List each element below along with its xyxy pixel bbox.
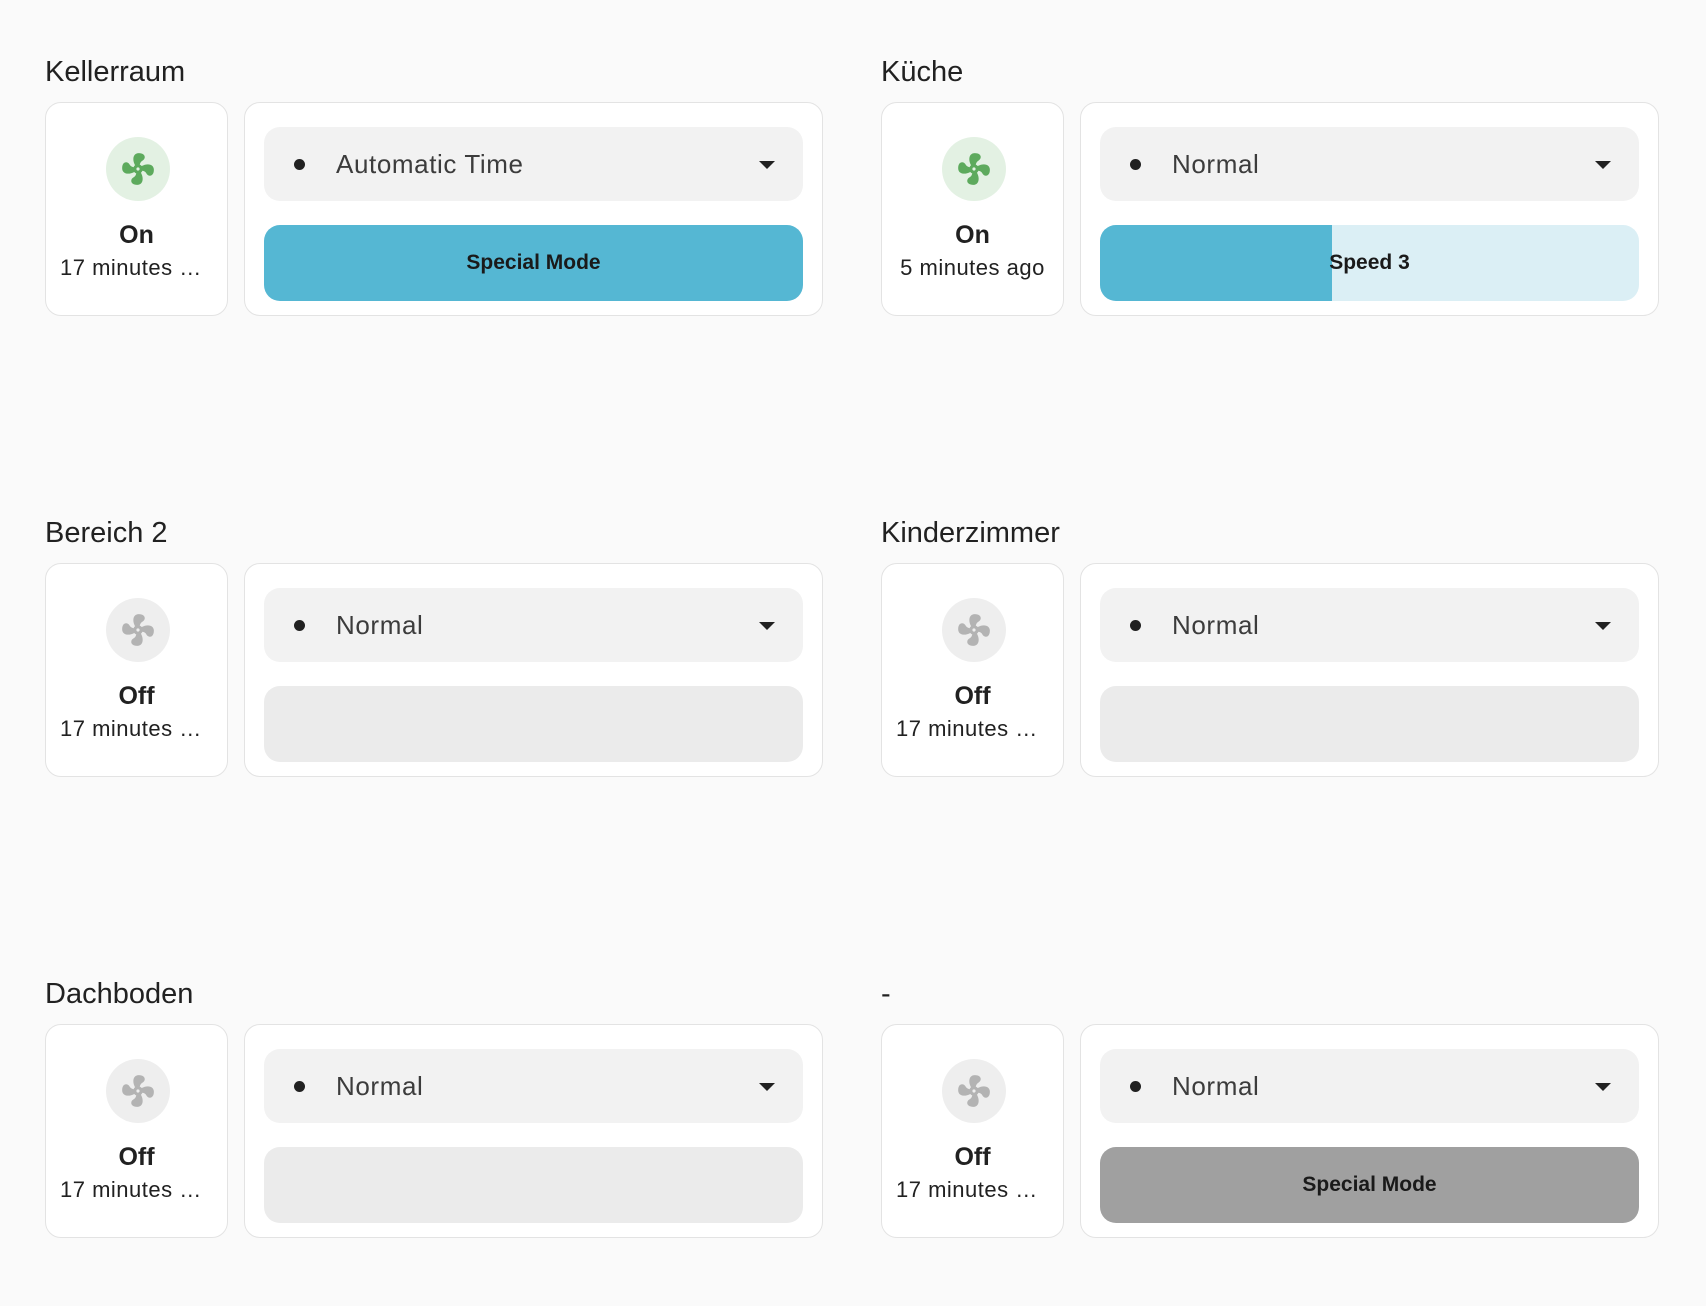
chevron-down-icon xyxy=(1595,161,1611,169)
last-changed: 17 minutes ago xyxy=(60,1177,213,1202)
mode-select-value: Normal xyxy=(1172,149,1260,179)
fan-icon xyxy=(942,598,1006,662)
fan-state: On xyxy=(119,221,154,249)
last-changed: 17 minutes ago xyxy=(60,255,213,280)
mode-select-value: Normal xyxy=(336,610,424,640)
mode-select-value: Normal xyxy=(1172,610,1260,640)
special-mode-button[interactable]: Special Mode xyxy=(264,225,803,301)
section-bereich-2: Bereich 2 Off 17 minutes ago Normal xyxy=(45,513,823,793)
controls-card: Normal xyxy=(244,1024,823,1238)
bullet-icon xyxy=(294,159,305,170)
fan-state: Off xyxy=(954,1143,991,1171)
section-title: Bereich 2 xyxy=(45,517,168,549)
mode-select[interactable]: Normal xyxy=(1100,588,1639,662)
fan-tile[interactable]: Off 17 minutes ago xyxy=(881,563,1064,777)
chevron-down-icon xyxy=(1595,1083,1611,1091)
fan-tile[interactable]: Off 17 minutes ago xyxy=(45,563,228,777)
section-unnamed: - Off 17 minutes ago Normal Special Mode xyxy=(881,974,1659,1254)
fan-icon xyxy=(106,1059,170,1123)
fan-state: Off xyxy=(118,682,155,710)
last-changed: 5 minutes ago xyxy=(900,255,1045,280)
controls-card: Normal xyxy=(1080,563,1659,777)
fan-tile[interactable]: Off 17 minutes ago xyxy=(45,1024,228,1238)
fan-icon xyxy=(942,137,1006,201)
section-title: - xyxy=(881,978,891,1010)
section-kinderzimmer: Kinderzimmer Off 17 minutes ago Normal xyxy=(881,513,1659,793)
chevron-down-icon xyxy=(759,1083,775,1091)
bullet-icon xyxy=(294,1081,305,1092)
special-mode-button[interactable]: Special Mode xyxy=(1100,1147,1639,1223)
fan-state: Off xyxy=(118,1143,155,1171)
fan-tile[interactable]: On 5 minutes ago xyxy=(881,102,1064,316)
mode-select[interactable]: Normal xyxy=(1100,1049,1639,1123)
fan-tile[interactable]: On 17 minutes ago xyxy=(45,102,228,316)
section-kellerraum: Kellerraum On 17 minutes ago Automatic T… xyxy=(45,52,823,332)
bullet-icon xyxy=(1130,159,1141,170)
section-dachboden: Dachboden Off 17 minutes ago Normal xyxy=(45,974,823,1254)
fan-state: On xyxy=(955,221,990,249)
mode-select[interactable]: Normal xyxy=(1100,127,1639,201)
last-changed: 17 minutes ago xyxy=(896,716,1049,741)
chevron-down-icon xyxy=(759,622,775,630)
special-mode-label: Special Mode xyxy=(1302,1173,1437,1196)
section-title: Küche xyxy=(881,56,964,88)
mode-select[interactable]: Normal xyxy=(264,1049,803,1123)
fan-icon xyxy=(942,1059,1006,1123)
mode-select-value: Normal xyxy=(336,1071,424,1101)
section-title: Kinderzimmer xyxy=(881,517,1060,549)
last-changed: 17 minutes ago xyxy=(60,716,213,741)
chevron-down-icon xyxy=(759,161,775,169)
last-changed: 17 minutes ago xyxy=(896,1177,1049,1202)
mode-select-value: Automatic Time xyxy=(336,149,524,179)
action-placeholder[interactable] xyxy=(264,686,803,762)
fan-state: Off xyxy=(954,682,991,710)
bullet-icon xyxy=(1130,1081,1141,1092)
controls-card: Normal Special Mode xyxy=(1080,1024,1659,1238)
section-title: Kellerraum xyxy=(45,56,186,88)
action-placeholder[interactable] xyxy=(264,1147,803,1223)
controls-card: Automatic Time Special Mode xyxy=(244,102,823,316)
fan-icon xyxy=(106,137,170,201)
mode-select-value: Normal xyxy=(1172,1071,1260,1101)
bullet-icon xyxy=(1130,620,1141,631)
section-kueche: Küche On 5 minutes ago Normal Speed 3 xyxy=(881,52,1659,332)
action-placeholder[interactable] xyxy=(1100,686,1639,762)
fan-icon xyxy=(106,598,170,662)
section-title: Dachboden xyxy=(45,978,194,1010)
controls-card: Normal Speed 3 xyxy=(1080,102,1659,316)
chevron-down-icon xyxy=(1595,622,1611,630)
special-mode-label: Special Mode xyxy=(466,251,601,274)
bullet-icon xyxy=(294,620,305,631)
mode-select[interactable]: Normal xyxy=(264,588,803,662)
fan-tile[interactable]: Off 17 minutes ago xyxy=(881,1024,1064,1238)
mode-select[interactable]: Automatic Time xyxy=(264,127,803,201)
controls-card: Normal xyxy=(244,563,823,777)
speed-slider[interactable]: Speed 3 xyxy=(1100,225,1639,301)
dashboard-grid: Kellerraum On 17 minutes ago Automatic T… xyxy=(0,0,1706,1306)
speed-label: Speed 3 xyxy=(1329,251,1410,274)
